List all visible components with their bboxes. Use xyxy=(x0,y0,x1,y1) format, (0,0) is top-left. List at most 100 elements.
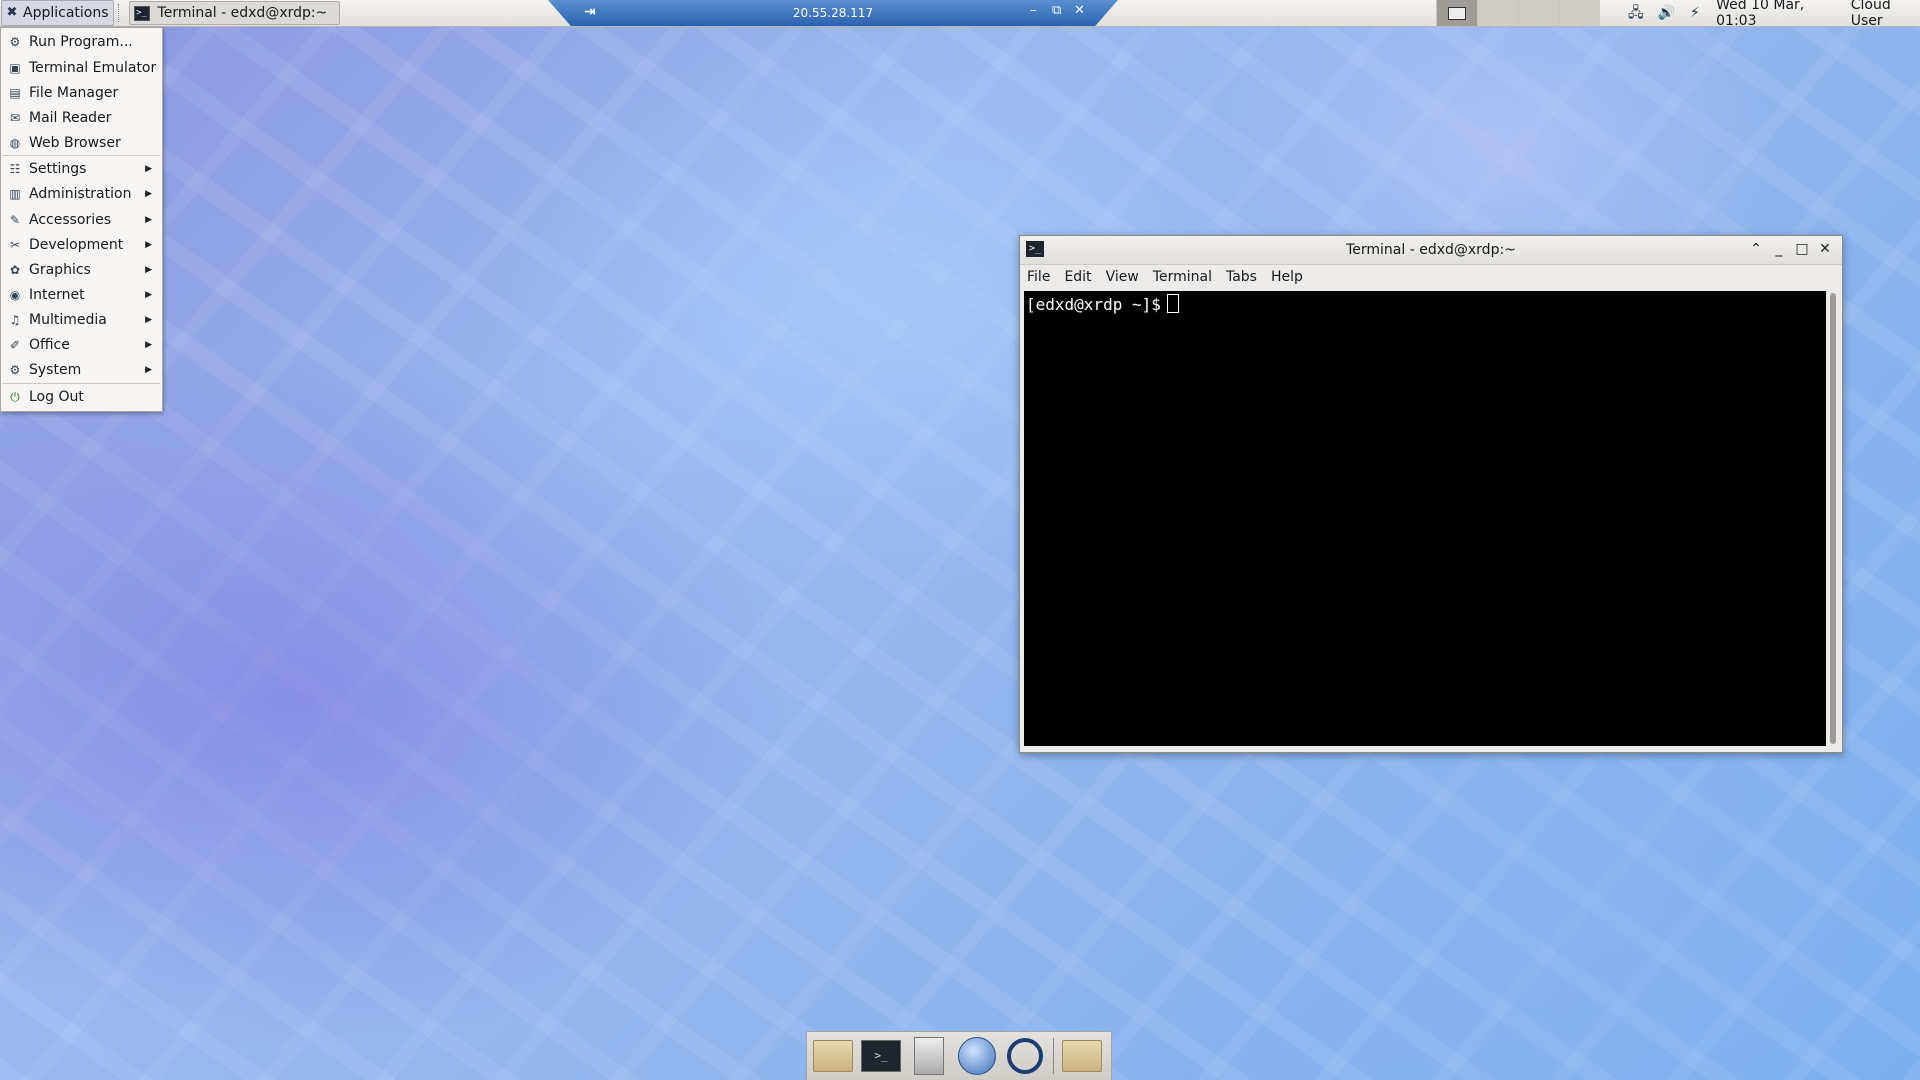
menu-item-label: Administration xyxy=(29,186,132,202)
rdp-connection-bar: ⇥ 20.55.28.117 – ⧉ ✕ xyxy=(548,0,1118,26)
menu-view[interactable]: View xyxy=(1099,269,1146,285)
menu-item-label: Internet xyxy=(29,287,85,303)
menu-item-label: Log Out xyxy=(29,389,84,405)
magnifier-shape xyxy=(1007,1038,1043,1074)
system-tray: 🖧 🔊 ⚡ Wed 10 Mar, 01:03 Cloud User xyxy=(1628,0,1920,29)
power-icon[interactable]: ⚡ xyxy=(1688,5,1703,21)
submenu-arrow-icon: ▶ xyxy=(145,265,152,275)
submenu-arrow-icon: ▶ xyxy=(145,290,152,300)
menu-item-settings[interactable]: ☷ Settings ▶ xyxy=(1,157,162,181)
terminal-prompt-line: [edxd@xrdp ~]$ xyxy=(1026,294,1179,314)
menu-item-label: Multimedia xyxy=(29,312,107,328)
clock[interactable]: Wed 10 Mar, 01:03 xyxy=(1716,0,1837,29)
taskbar-terminal-button[interactable]: >_ Terminal - edxd@xrdp:~ xyxy=(128,1,341,25)
menu-tabs[interactable]: Tabs xyxy=(1219,269,1264,285)
menu-item-administration[interactable]: ▥ Administration ▶ xyxy=(1,182,162,206)
search-icon[interactable] xyxy=(1005,1036,1045,1076)
applications-label: Applications xyxy=(23,5,109,21)
menu-item-office[interactable]: ✐ Office ▶ xyxy=(1,333,162,357)
rdp-minimize-button[interactable]: – xyxy=(1030,3,1037,18)
menu-item-accessories[interactable]: ✎ Accessories ▶ xyxy=(1,208,162,232)
menu-item-label: Graphics xyxy=(29,262,91,278)
terminal-window: >_ Terminal - edxd@xrdp:~ ⌃ _ □ ✕ File E… xyxy=(1019,235,1843,753)
menu-item-graphics[interactable]: ✿ Graphics ▶ xyxy=(1,258,162,282)
terminal-prompt: [edxd@xrdp ~]$ xyxy=(1026,295,1161,314)
maximize-button[interactable]: □ xyxy=(1793,240,1811,258)
menu-item-label: Mail Reader xyxy=(29,110,112,126)
terminal-icon: >_ xyxy=(133,5,150,21)
menu-item-development[interactable]: ✂ Development ▶ xyxy=(1,233,162,257)
menu-item-label: Web Browser xyxy=(29,135,121,151)
workspace-window-icon xyxy=(1448,6,1466,20)
menu-item-multimedia[interactable]: ♫ Multimedia ▶ xyxy=(1,308,162,332)
terminal-scrollbar[interactable] xyxy=(1830,293,1836,744)
menu-item-web-browser[interactable]: ◍ Web Browser xyxy=(1,131,162,155)
menu-edit[interactable]: Edit xyxy=(1057,269,1098,285)
menu-item-run-program[interactable]: ⚙ Run Program... xyxy=(1,30,162,54)
office-icon: ✐ xyxy=(9,338,21,352)
workspace-2[interactable] xyxy=(1477,0,1518,26)
panel-separator xyxy=(117,4,125,22)
folder-icon[interactable] xyxy=(1062,1036,1102,1076)
user-menu[interactable]: Cloud User xyxy=(1851,0,1920,29)
menu-item-terminal-emulator[interactable]: ▣ Terminal Emulator xyxy=(1,56,162,80)
menu-item-label: System xyxy=(29,362,82,378)
terminal-shape: >_ xyxy=(861,1040,901,1072)
menu-item-mail-reader[interactable]: ✉ Mail Reader xyxy=(1,106,162,130)
file-cabinet-icon[interactable] xyxy=(909,1036,949,1076)
menu-help[interactable]: Help xyxy=(1264,269,1310,285)
menu-item-label: Development xyxy=(29,237,124,253)
network-icon[interactable]: 🖧 xyxy=(1628,5,1644,21)
submenu-arrow-icon: ▶ xyxy=(145,164,152,174)
settings-icon: ☷ xyxy=(9,162,21,176)
applications-menu-button[interactable]: ✖ Applications xyxy=(1,0,114,26)
menu-item-log-out[interactable]: ⏻ Log Out xyxy=(1,385,162,409)
rdp-restore-button[interactable]: ⧉ xyxy=(1052,3,1061,18)
volume-icon[interactable]: 🔊 xyxy=(1658,5,1675,21)
terminal-menubar: File Edit View Terminal Tabs Help xyxy=(1020,265,1842,289)
globe-shape xyxy=(958,1037,996,1075)
workspace-3[interactable] xyxy=(1518,0,1559,26)
menu-item-label: Run Program... xyxy=(29,34,133,50)
system-icon: ⚙ xyxy=(9,363,21,377)
file-manager-icon: ▤ xyxy=(9,86,21,100)
web-browser-icon: ◍ xyxy=(9,136,21,150)
applications-menu: ⚙ Run Program... ▣ Terminal Emulator ▤ F… xyxy=(0,27,163,412)
terminal-output[interactable]: [edxd@xrdp ~]$ xyxy=(1024,291,1826,746)
menu-item-file-manager[interactable]: ▤ File Manager xyxy=(1,81,162,105)
internet-icon: ◉ xyxy=(9,288,21,302)
graphics-icon: ✿ xyxy=(9,263,21,277)
mail-icon: ✉ xyxy=(9,111,21,125)
menu-file[interactable]: File xyxy=(1020,269,1057,285)
menu-item-label: File Manager xyxy=(29,85,119,101)
web-browser-icon[interactable] xyxy=(957,1036,997,1076)
workspace-switcher xyxy=(1436,0,1600,26)
menu-item-label: Accessories xyxy=(29,212,112,228)
menu-item-label: Terminal Emulator xyxy=(29,60,157,76)
terminal-icon[interactable]: >_ xyxy=(861,1036,901,1076)
terminal-icon: ▣ xyxy=(9,61,21,75)
run-icon: ⚙ xyxy=(9,35,21,49)
shade-button[interactable]: ⌃ xyxy=(1747,240,1765,258)
rdp-close-button[interactable]: ✕ xyxy=(1074,3,1085,18)
close-button[interactable]: ✕ xyxy=(1816,240,1834,258)
minimize-button[interactable]: _ xyxy=(1770,240,1788,258)
taskbar-terminal-label: Terminal - edxd@xrdp:~ xyxy=(157,5,328,21)
menu-item-system[interactable]: ⚙ System ▶ xyxy=(1,358,162,382)
menu-item-internet[interactable]: ◉ Internet ▶ xyxy=(1,283,162,307)
file-cabinet-shape xyxy=(914,1037,944,1075)
menu-item-label: Office xyxy=(29,337,70,353)
workspace-1[interactable] xyxy=(1436,0,1477,26)
folder-shape xyxy=(1062,1040,1102,1072)
accessories-icon: ✎ xyxy=(9,213,21,227)
workspace-4[interactable] xyxy=(1559,0,1600,26)
bottom-dock: >_ xyxy=(806,1031,1112,1080)
menu-terminal[interactable]: Terminal xyxy=(1146,269,1219,285)
menu-separator xyxy=(3,383,160,384)
terminal-titlebar[interactable]: >_ Terminal - edxd@xrdp:~ ⌃ _ □ ✕ xyxy=(1020,236,1842,265)
multimedia-icon: ♫ xyxy=(9,313,21,327)
submenu-arrow-icon: ▶ xyxy=(145,240,152,250)
submenu-arrow-icon: ▶ xyxy=(145,189,152,199)
log-out-icon: ⏻ xyxy=(10,389,20,404)
home-folder-icon[interactable] xyxy=(813,1036,853,1076)
